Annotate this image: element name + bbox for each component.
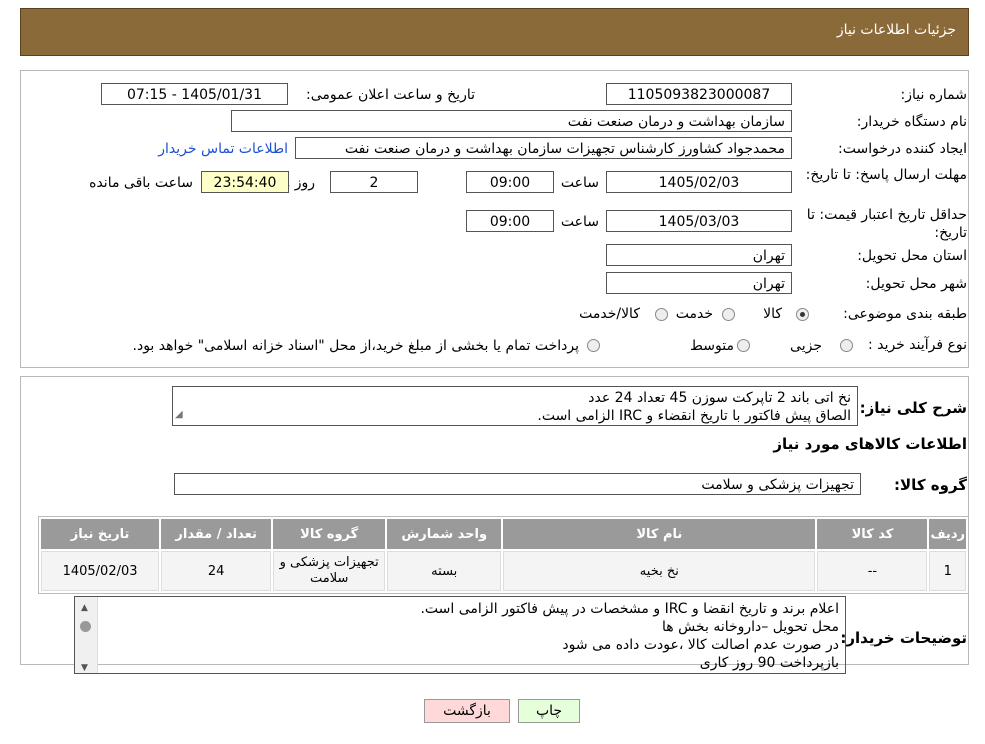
- creator-label: ایجاد کننده درخواست:: [838, 141, 967, 157]
- city-field[interactable]: تهران: [606, 272, 792, 294]
- cell-unit: بسته: [387, 551, 502, 591]
- deadline-label: مهلت ارسال پاسخ: تا تاریخ:: [805, 167, 967, 183]
- need-number-label: شماره نیاز:: [900, 87, 968, 103]
- page-title: جزئیات اطلاعات نیاز: [836, 22, 956, 38]
- deadline-time-field[interactable]: 09:00: [466, 171, 554, 193]
- buyer-notes-label: توضیحات خریدار:: [840, 629, 967, 647]
- validity-date-field[interactable]: 1405/03/03: [606, 210, 792, 232]
- scroll-down-icon[interactable]: ▼: [81, 659, 88, 673]
- category-radio-goods[interactable]: [796, 308, 809, 321]
- summary-line-2: الصاق پیش فاکتور با تاریخ انقضاء و IRC ا…: [537, 408, 851, 424]
- cell-quantity: 24: [161, 551, 272, 591]
- page-header: جزئیات اطلاعات نیاز: [20, 8, 969, 56]
- col-quantity: تعداد / مقدار: [161, 519, 272, 549]
- items-table: ردیف کد کالا نام کالا واحد شمارش گروه کا…: [39, 517, 968, 593]
- back-button[interactable]: بازگشت: [424, 699, 510, 723]
- creator-field[interactable]: محمدجواد کشاورز کارشناس تجهیزات سازمان ب…: [295, 137, 792, 159]
- cell-code: --: [817, 551, 928, 591]
- category-option-service: خدمت: [675, 306, 713, 322]
- validity-time-label: ساعت: [560, 214, 599, 230]
- scroll-up-icon[interactable]: ▲: [81, 599, 88, 617]
- buyer-org-label: نام دستگاه خریدار:: [856, 114, 967, 130]
- process-radio-medium[interactable]: [737, 339, 750, 352]
- province-label: استان محل تحویل:: [857, 248, 967, 264]
- cell-group: تجهیزات پزشکی و سلامت: [273, 551, 386, 591]
- buyer-notes-textarea[interactable]: اعلام برند و تاریخ انقضا و IRC و مشخصات …: [74, 596, 846, 674]
- process-label: نوع فرآیند خرید :: [868, 337, 967, 353]
- notes-scrollbar[interactable]: ▲ ▼: [75, 597, 98, 673]
- category-option-goods-service: کالا/خدمت: [579, 306, 640, 322]
- process-option-minor: جزیی: [790, 338, 822, 354]
- items-table-wrapper: ردیف کد کالا نام کالا واحد شمارش گروه کا…: [38, 516, 969, 594]
- col-group: گروه کالا: [273, 519, 386, 549]
- announce-field[interactable]: 1405/01/31 - 07:15: [101, 83, 288, 105]
- table-row: 1 -- نخ بخیه بسته تجهیزات پزشکی و سلامت …: [41, 551, 966, 591]
- goods-group-label: گروه کالا:: [894, 476, 967, 494]
- cell-name: نخ بخیه: [503, 551, 816, 591]
- col-unit: واحد شمارش: [387, 519, 502, 549]
- col-row: ردیف: [929, 519, 966, 549]
- col-date: تاریخ نیاز: [41, 519, 160, 549]
- resize-handle-icon[interactable]: ◢: [175, 406, 183, 424]
- summary-line-1: نخ اتی باند 2 تاپرکت سوزن 45 تعداد 24 عد…: [588, 390, 851, 406]
- goods-section-title: اطلاعات کالاهای مورد نیاز: [773, 435, 967, 453]
- buyer-note-line-1: اعلام برند و تاریخ انقضا و IRC و مشخصات …: [420, 601, 839, 617]
- category-option-goods: کالا: [763, 306, 782, 322]
- need-number-field[interactable]: 1105093823000087: [606, 83, 792, 105]
- summary-label: شرح کلی نیاز:: [859, 399, 967, 417]
- deadline-date-field[interactable]: 1405/02/03: [606, 171, 792, 193]
- buyer-note-line-2: محل تحویل –داروخانه بخش ها: [661, 619, 839, 635]
- goods-group-field[interactable]: تجهیزات پزشکی و سلامت: [174, 473, 861, 495]
- announce-label: تاریخ و ساعت اعلان عمومی:: [306, 87, 475, 103]
- process-option-medium: متوسط: [690, 338, 734, 354]
- category-label: طبقه بندی موضوعی:: [843, 306, 967, 322]
- items-table-header: ردیف کد کالا نام کالا واحد شمارش گروه کا…: [41, 519, 966, 549]
- process-radio-minor[interactable]: [840, 339, 853, 352]
- validity-label: حداقل تاریخ اعتبار قیمت: تا تاریخ:: [806, 207, 967, 241]
- cell-date: 1405/02/03: [41, 551, 160, 591]
- cell-row: 1: [929, 551, 966, 591]
- buyer-note-line-3: در صورت عدم اصالت کالا ،عودت داده می شود: [562, 637, 839, 653]
- process-checkbox-treasury[interactable]: [587, 339, 600, 352]
- category-radio-service[interactable]: [722, 308, 735, 321]
- category-radio-goods-service[interactable]: [655, 308, 668, 321]
- days-field[interactable]: 2: [330, 171, 418, 193]
- col-name: نام کالا: [503, 519, 816, 549]
- buyer-note-line-4: بازپرداخت 90 روز کاری: [699, 655, 839, 671]
- summary-textarea[interactable]: نخ اتی باند 2 تاپرکت سوزن 45 تعداد 24 عد…: [172, 386, 858, 426]
- col-code: کد کالا: [817, 519, 928, 549]
- remaining-time-field: 23:54:40: [201, 171, 289, 193]
- province-field[interactable]: تهران: [606, 244, 792, 266]
- deadline-time-label: ساعت: [560, 175, 599, 191]
- print-button[interactable]: چاپ: [518, 699, 580, 723]
- process-note: پرداخت تمام یا بخشی از مبلغ خرید،از محل …: [132, 338, 579, 354]
- validity-time-field[interactable]: 09:00: [466, 210, 554, 232]
- remaining-label: ساعت باقی مانده: [89, 175, 193, 191]
- contact-buyer-link[interactable]: اطلاعات تماس خریدار: [158, 141, 288, 157]
- city-label: شهر محل تحویل:: [865, 276, 967, 292]
- buyer-org-field[interactable]: سازمان بهداشت و درمان صنعت نفت: [231, 110, 792, 132]
- scroll-thumb[interactable]: [80, 621, 91, 632]
